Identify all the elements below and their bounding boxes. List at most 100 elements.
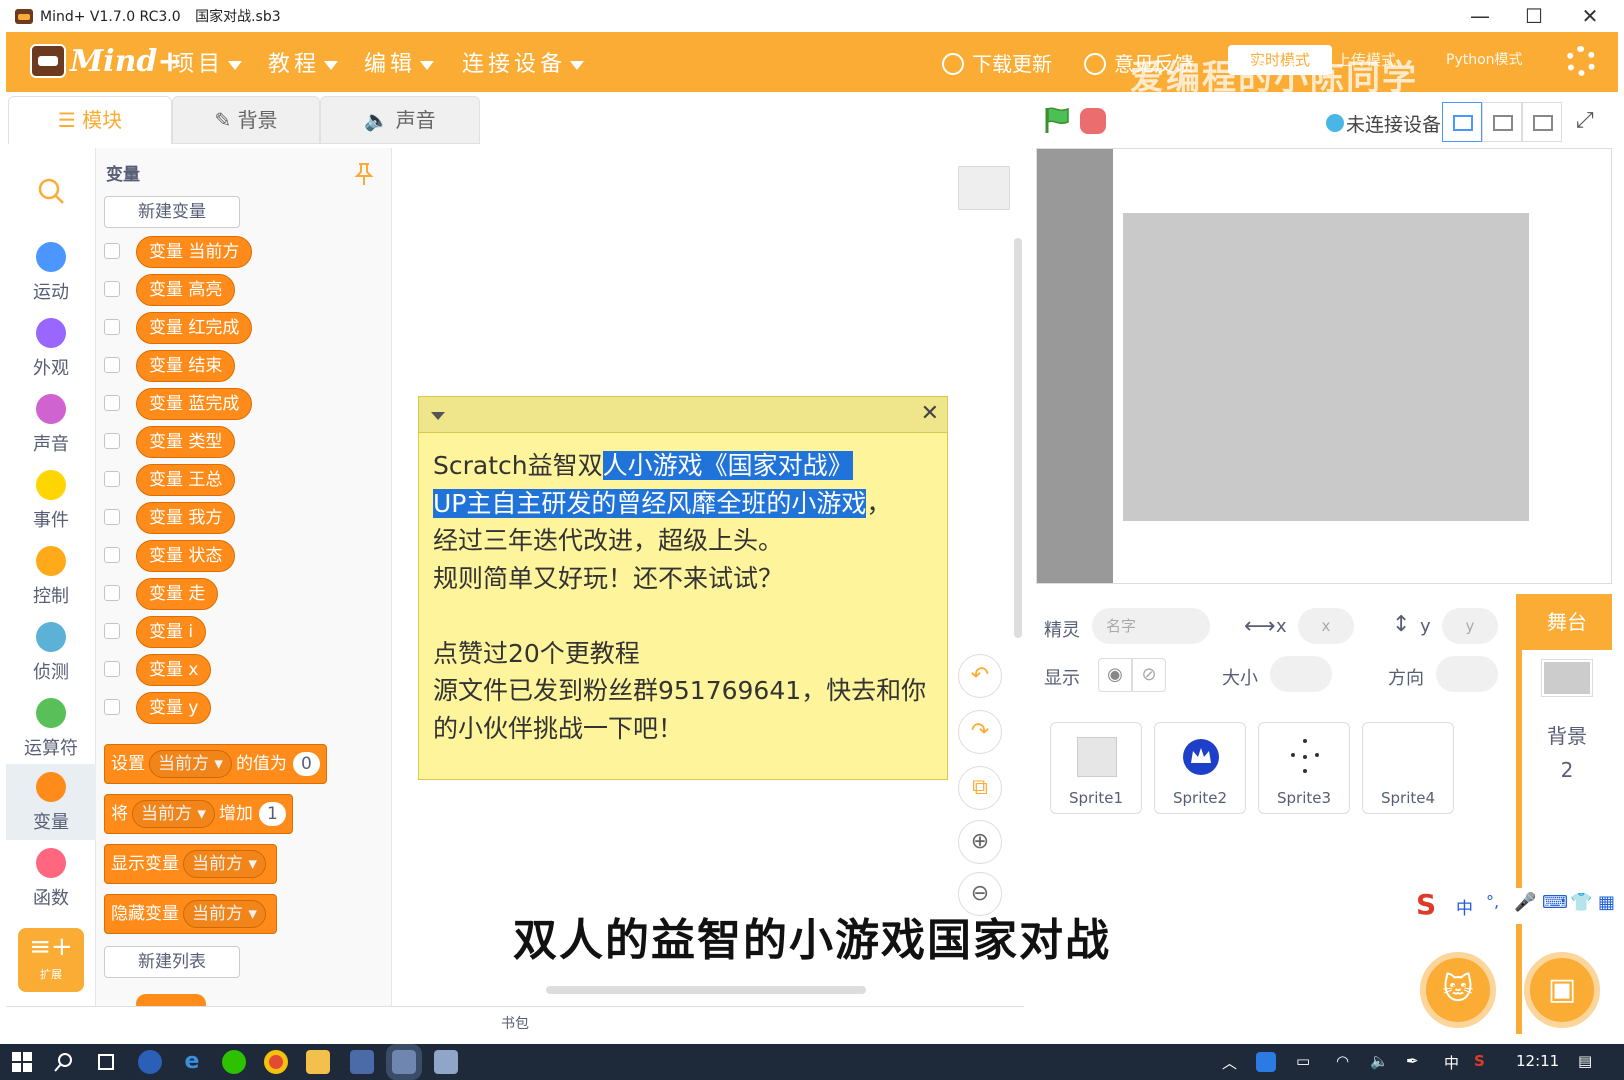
comment-header[interactable]: ✕: [419, 397, 947, 433]
pin-icon[interactable]: [354, 162, 374, 186]
sprite-card[interactable]: Sprite3: [1258, 722, 1350, 814]
x-input[interactable]: x: [1298, 608, 1354, 644]
clean-up-button[interactable]: ⧉: [958, 766, 1002, 810]
variable-reporter[interactable]: 变量 走: [136, 578, 219, 610]
task-view-icon[interactable]: [94, 1050, 118, 1074]
ime-language[interactable]: 中: [1456, 894, 1473, 919]
fullscreen-button[interactable]: ⤢: [1566, 102, 1606, 142]
variable-checkbox[interactable]: [104, 281, 120, 297]
minimize-button[interactable]: —: [1454, 2, 1506, 30]
small-stage-layout-button[interactable]: [1442, 102, 1482, 142]
sprite-card[interactable]: Sprite4: [1362, 722, 1454, 814]
app-window-icon[interactable]: [350, 1050, 374, 1074]
search-icon[interactable]: [52, 1050, 76, 1074]
browser-app-icon[interactable]: [138, 1050, 162, 1074]
category-control[interactable]: 控制: [6, 538, 96, 614]
tab-backdrops[interactable]: ✎ 背景: [172, 96, 320, 144]
keyboard-icon[interactable]: ⌨: [1542, 892, 1568, 913]
punctuation-icon[interactable]: °,: [1486, 892, 1499, 911]
pen-icon[interactable]: ✒: [1406, 1052, 1419, 1070]
calculator-icon[interactable]: [434, 1050, 458, 1074]
variable-reporter[interactable]: 变量 y: [136, 692, 212, 724]
variable-checkbox[interactable]: [104, 471, 120, 487]
hide-sprite-eye-icon[interactable]: ⊘: [1132, 658, 1166, 692]
variable-reporter[interactable]: 变量 高亮: [136, 274, 236, 306]
stage-canvas[interactable]: [1123, 213, 1529, 521]
chrome-icon[interactable]: [264, 1050, 288, 1074]
notification-icon[interactable]: ▤: [1578, 1052, 1592, 1070]
show-variable-block[interactable]: 显示变量 当前方 ▾: [104, 844, 277, 884]
set-variable-block[interactable]: 设置 当前方 ▾ 的值为 0: [104, 744, 327, 784]
category-search[interactable]: [6, 162, 96, 238]
microphone-icon[interactable]: 🎤: [1514, 892, 1536, 913]
gear-icon[interactable]: [1566, 46, 1596, 76]
value-input[interactable]: 0: [292, 752, 320, 776]
variable-checkbox[interactable]: [104, 243, 120, 259]
category-sensing[interactable]: 侦测: [6, 614, 96, 690]
maximize-button[interactable]: ☐: [1508, 2, 1560, 30]
show-sprite-eye-icon[interactable]: ◉: [1098, 658, 1132, 692]
variable-dropdown[interactable]: 当前方 ▾: [149, 750, 232, 778]
wifi-icon[interactable]: ◠: [1336, 1052, 1349, 1070]
new-variable-button[interactable]: 新建变量: [104, 196, 240, 228]
variable-checkbox[interactable]: [104, 547, 120, 563]
variable-checkbox[interactable]: [104, 357, 120, 373]
ime-indicator[interactable]: 中: [1444, 1052, 1459, 1073]
tray-app-icon[interactable]: [1256, 1052, 1276, 1072]
normal-stage-layout-button[interactable]: [1482, 102, 1522, 142]
ime-toolbar[interactable]: S 中 °, 🎤 ⌨ 👕 ▦: [1412, 888, 1624, 924]
variable-reporter[interactable]: 变量 类型: [136, 426, 236, 458]
variable-reporter[interactable]: 变量 状态: [136, 540, 236, 572]
edge-icon[interactable]: e: [180, 1050, 204, 1074]
variable-reporter[interactable]: 变量 蓝完成: [136, 388, 253, 420]
variable-dropdown[interactable]: 当前方 ▾: [183, 850, 266, 878]
tab-blocks[interactable]: ☰ 模块: [8, 96, 172, 144]
variable-checkbox[interactable]: [104, 509, 120, 525]
windows-start-icon[interactable]: [10, 1050, 34, 1074]
zoom-in-button[interactable]: ⊕: [958, 820, 1002, 864]
value-input[interactable]: 1: [258, 802, 286, 826]
collapse-triangle-icon[interactable]: [431, 412, 445, 420]
file-explorer-icon[interactable]: [306, 1050, 330, 1074]
battery-icon[interactable]: ▭: [1296, 1052, 1310, 1070]
y-input[interactable]: y: [1442, 608, 1498, 644]
python-mode-toggle[interactable]: Python模式: [1446, 45, 1536, 75]
variable-checkbox[interactable]: [104, 585, 120, 601]
undo-button[interactable]: ↶: [958, 654, 1002, 698]
chevron-up-icon[interactable]: ︿: [1222, 1052, 1237, 1073]
variable-reporter[interactable]: 变量 红完成: [136, 312, 253, 344]
volume-icon[interactable]: 🔈: [1370, 1052, 1389, 1070]
workspace-horizontal-scrollbar[interactable]: [546, 986, 866, 994]
variable-checkbox[interactable]: [104, 319, 120, 335]
wechat-icon[interactable]: [222, 1050, 246, 1074]
close-icon[interactable]: ✕: [921, 401, 939, 426]
category-variables[interactable]: 变量: [6, 764, 96, 840]
close-window-button[interactable]: ✕: [1564, 2, 1616, 30]
comment-text[interactable]: Scratch益智双人小游戏《国家对战》 UP主自主研发的曾经风靡全班的小游戏，…: [419, 433, 947, 761]
sprite-card[interactable]: Sprite1: [1050, 722, 1142, 814]
download-update-button[interactable]: 下载更新: [942, 48, 1052, 77]
variable-dropdown[interactable]: 当前方 ▾: [132, 800, 215, 828]
size-input[interactable]: [1270, 656, 1332, 692]
menu-connect-device[interactable]: 连接设备: [462, 46, 585, 78]
clock[interactable]: 12:11: [1516, 1052, 1559, 1070]
green-flag-icon[interactable]: [1044, 106, 1070, 134]
backpack-bar[interactable]: 书包: [6, 1006, 1024, 1040]
sprite-card[interactable]: Sprite2: [1154, 722, 1246, 814]
category-sound[interactable]: 声音: [6, 386, 96, 462]
stop-icon[interactable]: [1080, 108, 1106, 134]
change-variable-block[interactable]: 将当前方 ▾ 增加 1: [104, 794, 293, 834]
workspace-comment[interactable]: ✕ Scratch益智双人小游戏《国家对战》 UP主自主研发的曾经风靡全班的小游…: [418, 396, 948, 780]
variable-reporter[interactable]: 变量 当前方: [136, 236, 253, 268]
category-operators[interactable]: 运算符: [6, 690, 96, 766]
variable-reporter[interactable]: 变量 x: [136, 654, 212, 686]
menu-tutorial[interactable]: 教程: [268, 46, 339, 78]
toolbox-grid-icon[interactable]: ▦: [1598, 892, 1615, 913]
redo-button[interactable]: ↷: [958, 710, 1002, 754]
variable-reporter[interactable]: 变量 结束: [136, 350, 236, 382]
mindplus-taskbar-icon[interactable]: [386, 1044, 422, 1080]
variable-checkbox[interactable]: [104, 433, 120, 449]
category-events[interactable]: 事件: [6, 462, 96, 538]
sprite-name-input[interactable]: 名字: [1092, 608, 1210, 644]
sogou-tray-icon[interactable]: S: [1474, 1052, 1485, 1070]
